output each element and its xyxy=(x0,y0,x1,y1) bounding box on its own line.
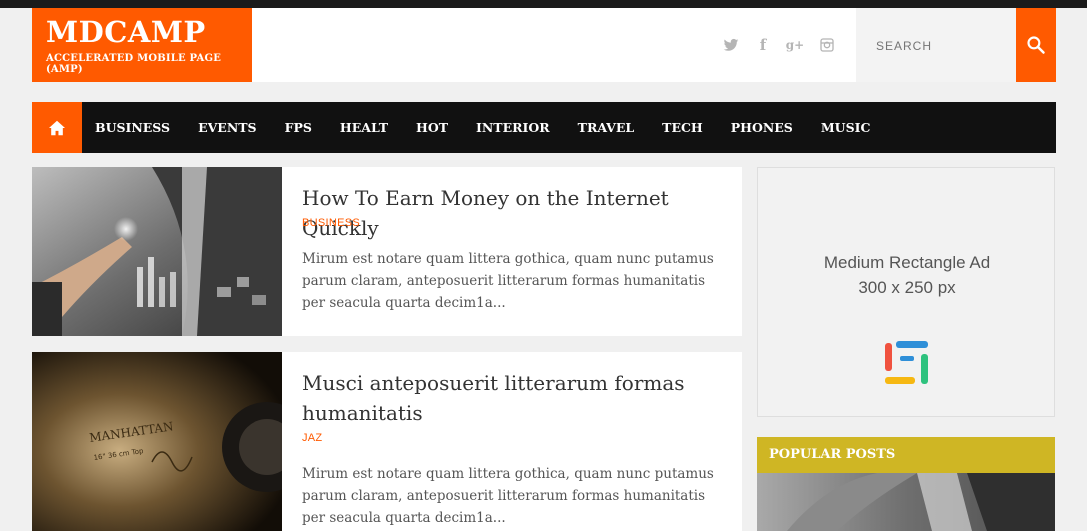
nav-item-healt[interactable]: HEALT xyxy=(340,120,388,135)
post-category[interactable]: JAZ xyxy=(302,432,322,444)
search-button[interactable] xyxy=(1016,8,1056,82)
search-input[interactable] xyxy=(876,36,1006,56)
nav-item-interior[interactable]: INTERIOR xyxy=(476,120,550,135)
social-links: f g+ xyxy=(722,36,836,54)
search-box xyxy=(856,8,1016,82)
nav-item-phones[interactable]: PHONES xyxy=(731,120,793,135)
nav-item-music[interactable]: MUSIC xyxy=(821,120,871,135)
ad-placeholder[interactable]: Medium Rectangle Ad 300 x 250 px xyxy=(757,167,1055,417)
post-title[interactable]: How To Earn Money on the Internet Quickl… xyxy=(302,183,732,243)
post-thumbnail[interactable] xyxy=(32,167,282,336)
nav-item-travel[interactable]: TRAVEL xyxy=(578,120,635,135)
twitter-icon[interactable] xyxy=(722,36,740,54)
google-plus-icon[interactable]: g+ xyxy=(786,36,804,54)
top-strip xyxy=(0,0,1087,8)
facebook-icon[interactable]: f xyxy=(754,36,772,54)
ad-text: Medium Rectangle Ad 300 x 250 px xyxy=(758,250,1056,300)
popular-posts-heading: POPULAR POSTS xyxy=(757,437,1055,473)
ad-size: 300 x 250 px xyxy=(858,278,956,297)
post-title[interactable]: Musci anteposuerit litterarum formas hum… xyxy=(302,368,732,428)
site-header: MDCAMP ACCELERATED MOBILE PAGE (AMP) f g… xyxy=(32,8,1056,82)
home-button[interactable] xyxy=(32,102,82,153)
home-icon xyxy=(49,120,65,135)
site-subtitle: ACCELERATED MOBILE PAGE (AMP) xyxy=(46,53,222,75)
post-card: MANHATTAN 16" 36 cm Top Musci anteposuer… xyxy=(32,352,742,531)
post-excerpt: Mirum est notare quam littera gothica, q… xyxy=(302,251,714,311)
post-thumbnail[interactable]: MANHATTAN 16" 36 cm Top xyxy=(32,352,282,531)
nav-item-fps[interactable]: FPS xyxy=(285,120,312,135)
popular-post-thumbnail[interactable] xyxy=(757,473,1055,531)
search-icon xyxy=(1027,36,1045,54)
nav-item-hot[interactable]: HOT xyxy=(416,120,448,135)
post-card: How To Earn Money on the Internet Quickl… xyxy=(32,167,742,336)
ad-title: Medium Rectangle Ad xyxy=(823,253,991,272)
nav-menu: BUSINESS EVENTS FPS HEALT HOT INTERIOR T… xyxy=(95,120,898,135)
site-logo[interactable]: MDCAMP ACCELERATED MOBILE PAGE (AMP) xyxy=(32,8,252,82)
main-nav: BUSINESS EVENTS FPS HEALT HOT INTERIOR T… xyxy=(32,102,1056,153)
instagram-icon[interactable] xyxy=(818,36,836,54)
nav-item-events[interactable]: EVENTS xyxy=(198,120,257,135)
ad-logo-icon xyxy=(885,341,928,384)
post-excerpt: Mirum est notare quam littera gothica, q… xyxy=(302,466,714,526)
site-title[interactable]: MDCAMP xyxy=(46,15,252,49)
nav-item-tech[interactable]: TECH xyxy=(662,120,703,135)
nav-item-business[interactable]: BUSINESS xyxy=(95,120,170,135)
post-category[interactable]: BUSINESS xyxy=(302,217,360,229)
